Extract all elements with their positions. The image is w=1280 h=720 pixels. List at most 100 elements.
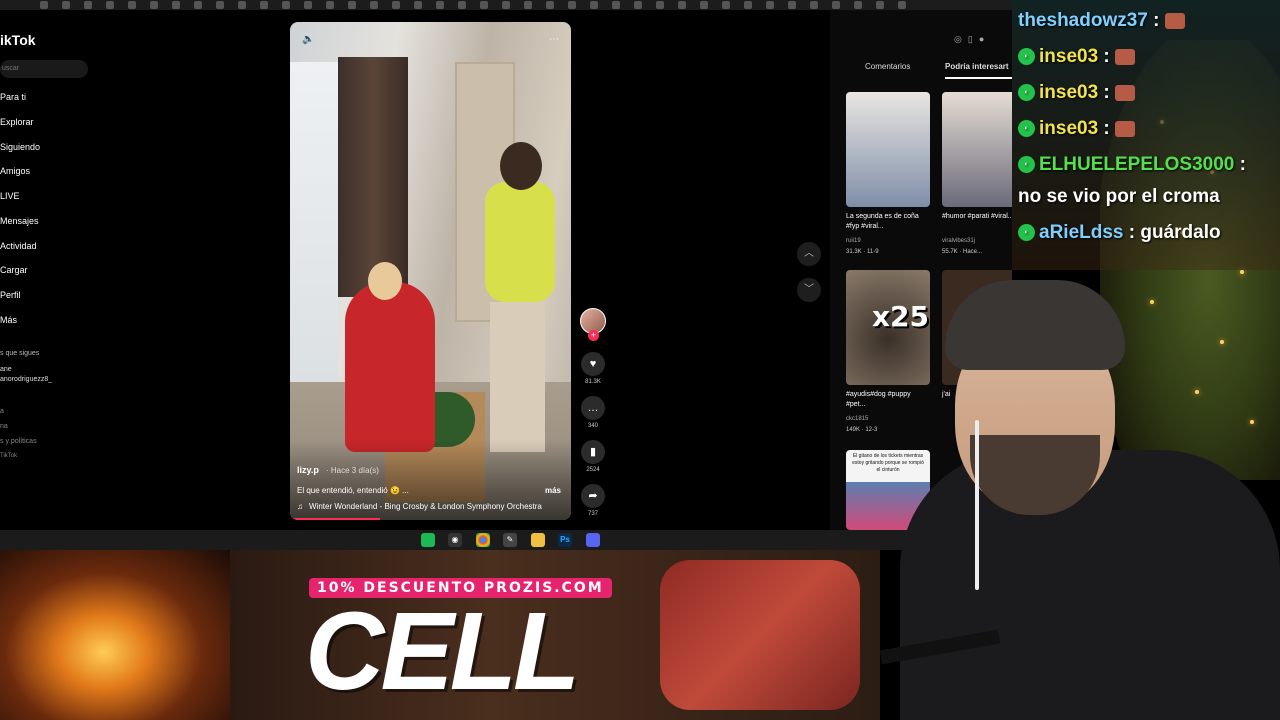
browser-tab[interactable]: [546, 1, 554, 9]
browser-tab[interactable]: [744, 1, 752, 9]
recommended-video-user[interactable]: ckc1815: [846, 416, 868, 422]
browser-tab[interactable]: [106, 1, 114, 9]
discord-icon[interactable]: [586, 533, 600, 547]
browser-tab[interactable]: [810, 1, 818, 9]
nav-for-you[interactable]: Para ti: [0, 92, 26, 102]
spotify-icon[interactable]: [421, 533, 435, 547]
browser-tab[interactable]: [84, 1, 92, 9]
following-account-handle[interactable]: anorodriguezz8_: [0, 376, 52, 383]
more-options-icon[interactable]: ⋯: [549, 34, 559, 45]
search-input[interactable]: uscar: [0, 60, 88, 78]
caption-more-link[interactable]: más: [545, 486, 561, 495]
browser-tab[interactable]: [524, 1, 532, 9]
browser-tab[interactable]: [150, 1, 158, 9]
browser-tab[interactable]: [436, 1, 444, 9]
browser-tab[interactable]: [854, 1, 862, 9]
browser-tab[interactable]: [194, 1, 202, 9]
nav-following[interactable]: Siguiendo: [0, 142, 40, 152]
video-person-head: [500, 142, 542, 190]
browser-tab[interactable]: [62, 1, 70, 9]
browser-tab[interactable]: [678, 1, 686, 9]
browser-tab[interactable]: [590, 1, 598, 9]
nav-messages[interactable]: Mensajes: [0, 216, 39, 226]
like-action[interactable]: ♥ 81.3K: [581, 352, 605, 385]
comment-action[interactable]: … 340: [581, 396, 605, 429]
volume-icon[interactable]: 🔈: [302, 34, 314, 45]
recommended-video-thumb[interactable]: [942, 92, 1012, 207]
browser-tab[interactable]: [128, 1, 136, 9]
browser-tab[interactable]: [172, 1, 180, 9]
tiktok-logo[interactable]: ikTok: [0, 32, 36, 48]
browser-tab[interactable]: [568, 1, 576, 9]
browser-tab[interactable]: [656, 1, 664, 9]
panel-tabs: Comentarios Podría interesart: [830, 60, 1012, 80]
nav-profile[interactable]: Perfil: [0, 290, 21, 300]
follow-plus-icon[interactable]: +: [588, 330, 599, 341]
nav-friends[interactable]: Amigos: [0, 166, 30, 176]
recommended-video-thumb[interactable]: [846, 92, 930, 207]
browser-tab[interactable]: [832, 1, 840, 9]
comment-icon[interactable]: …: [581, 396, 605, 420]
tab-comments[interactable]: Comentarios: [865, 62, 910, 71]
browser-tab[interactable]: [766, 1, 774, 9]
video-author[interactable]: lizy.p: [297, 465, 319, 475]
obs-icon[interactable]: ◉: [448, 533, 462, 547]
browser-tab-strip[interactable]: [0, 0, 1012, 10]
profile-icon[interactable]: ●: [979, 34, 984, 45]
photoshop-icon[interactable]: Ps: [558, 533, 572, 547]
nav-more[interactable]: Más: [0, 315, 17, 325]
footer-link[interactable]: a: [0, 408, 4, 415]
browser-tab[interactable]: [700, 1, 708, 9]
browser-tab[interactable]: [238, 1, 246, 9]
chrome-icon[interactable]: [476, 533, 490, 547]
footer-link[interactable]: na: [0, 423, 8, 430]
video-music[interactable]: ♫ Winter Wonderland - Bing Crosby & Lond…: [297, 502, 542, 511]
heart-icon[interactable]: ♥: [581, 352, 605, 376]
browser-tab[interactable]: [634, 1, 642, 9]
earphone-cable: [975, 420, 979, 590]
browser-tab[interactable]: [898, 1, 906, 9]
music-title[interactable]: Winter Wonderland - Bing Crosby & London…: [309, 502, 542, 511]
tab-you-may-like[interactable]: Podría interesart: [945, 62, 1009, 71]
browser-tab[interactable]: [480, 1, 488, 9]
browser-tab[interactable]: [348, 1, 356, 9]
browser-tab[interactable]: [370, 1, 378, 9]
browser-tab[interactable]: [788, 1, 796, 9]
next-video-button[interactable]: ﹀: [797, 278, 821, 302]
nav-upload[interactable]: Cargar: [0, 265, 28, 275]
bookmark-icon[interactable]: ▮: [581, 440, 605, 464]
nav-live[interactable]: LIVE: [0, 191, 20, 201]
recommended-video-user[interactable]: ruii19: [846, 238, 861, 244]
browser-tab[interactable]: [612, 1, 620, 9]
browser-tab[interactable]: [304, 1, 312, 9]
browser-tab[interactable]: [326, 1, 334, 9]
browser-tab[interactable]: [722, 1, 730, 9]
browser-tab[interactable]: [40, 1, 48, 9]
browser-tab[interactable]: [414, 1, 422, 9]
share-icon[interactable]: ➦: [581, 484, 605, 508]
recommended-video-user[interactable]: viralvibes31j: [942, 238, 975, 244]
browser-tab[interactable]: [458, 1, 466, 9]
folder-icon[interactable]: [531, 533, 545, 547]
editor-icon[interactable]: ✎: [503, 533, 517, 547]
save-action[interactable]: ▮ 2524: [581, 440, 605, 473]
fireplace-background: [0, 550, 230, 720]
target-icon[interactable]: ◎: [954, 34, 962, 45]
footer-link[interactable]: s y políticas: [0, 438, 37, 445]
nav-activity[interactable]: Actividad: [0, 241, 37, 251]
video-player[interactable]: 🔈 ⋯ lizy.p · Hace 3 día(s) El que entend…: [290, 22, 571, 520]
recommended-video-caption[interactable]: La segunda es de coña #fyp #viral...: [846, 212, 930, 232]
video-progress-bar[interactable]: [290, 518, 380, 520]
browser-tab[interactable]: [392, 1, 400, 9]
previous-video-button[interactable]: ︿: [797, 242, 821, 266]
browser-tab[interactable]: [876, 1, 884, 9]
following-account-name[interactable]: ane: [0, 366, 12, 373]
share-action[interactable]: ➦ 737: [581, 484, 605, 517]
browser-tab[interactable]: [216, 1, 224, 9]
recommended-video-caption[interactable]: #humor #parati #viral...: [942, 212, 1012, 222]
browser-tab[interactable]: [260, 1, 268, 9]
nav-explore[interactable]: Explorar: [0, 117, 34, 127]
browser-tab[interactable]: [502, 1, 510, 9]
browser-tab[interactable]: [282, 1, 290, 9]
phone-icon[interactable]: ▯: [968, 34, 973, 45]
